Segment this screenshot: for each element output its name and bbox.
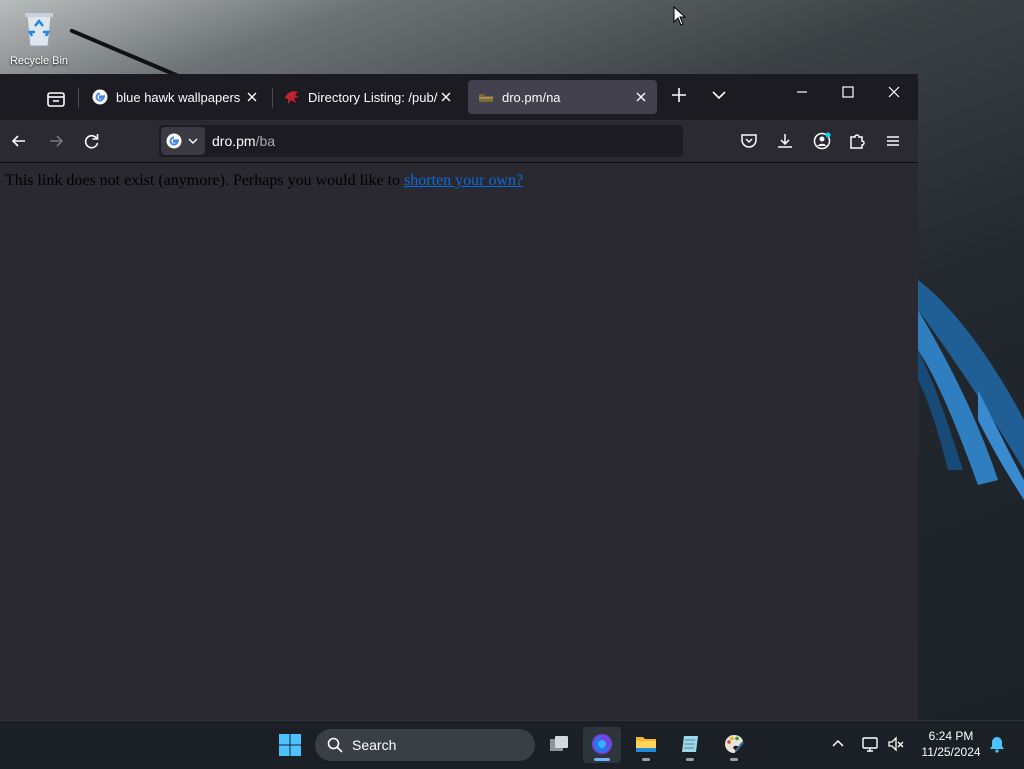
recycle-bin-icon: [25, 13, 53, 47]
not-exist-text: This link does not exist (anymore). Perh…: [5, 172, 405, 189]
task-view-icon: [550, 736, 568, 751]
network-icon[interactable]: [861, 735, 879, 753]
search-engine-selector[interactable]: [161, 127, 205, 155]
reload-icon[interactable]: [82, 131, 102, 151]
clock-date: 11/25/2024: [921, 745, 981, 759]
paint-palette-icon: [725, 735, 744, 753]
windows-start-icon[interactable]: [278, 733, 302, 757]
back-arrow-icon[interactable]: [9, 131, 29, 151]
system-clock[interactable]: 6:24 PM 11/25/2024: [910, 728, 992, 760]
volume-muted-icon[interactable]: [887, 735, 905, 753]
url-host: dro.pm: [212, 133, 256, 149]
url-text[interactable]: dro.pm/ba: [212, 133, 275, 149]
notifications-bell-icon[interactable]: [988, 735, 1006, 753]
chevron-down-icon: [188, 138, 198, 144]
search-icon: [327, 737, 343, 753]
close-tab-icon[interactable]: [438, 89, 454, 105]
recycle-bin-desktop-icon[interactable]: Recycle Bin: [4, 8, 74, 67]
taskbar-firefox[interactable]: [583, 727, 621, 763]
running-indicator: [730, 758, 738, 761]
list-all-tabs-chevron-icon[interactable]: [708, 84, 730, 106]
address-bar[interactable]: dro.pm/ba: [159, 125, 683, 157]
pocket-icon[interactable]: [739, 131, 759, 151]
tab-title: dro.pm/na: [502, 89, 561, 105]
taskbar-notepad-app[interactable]: [671, 727, 709, 763]
taskbar-file-explorer[interactable]: [627, 727, 665, 763]
ftp-dragon-icon: [285, 91, 299, 104]
tab-blue-hawk-wallpapers[interactable]: blue hawk wallpapers - Google: [82, 80, 268, 114]
url-path: /ba: [255, 133, 276, 149]
mouse-cursor-icon: [673, 6, 687, 26]
page-message: This link does not exist (anymore). Perh…: [5, 172, 523, 190]
notepad-icon: [682, 736, 698, 752]
minimize-icon[interactable]: [792, 82, 812, 102]
dro-pm-icon: [479, 94, 493, 102]
tab-directory-listing[interactable]: Directory Listing: /pub/firefox: [274, 80, 462, 114]
tab-separator: [78, 88, 79, 108]
account-icon[interactable]: [812, 131, 832, 151]
running-indicator: [686, 758, 694, 761]
active-indicator: [594, 758, 610, 761]
forward-arrow-icon[interactable]: [46, 131, 66, 151]
close-tab-icon[interactable]: [633, 89, 649, 105]
taskbar: Search 6:24 PM 11/25/2024: [0, 720, 1024, 769]
wallpaper-quill: [69, 28, 182, 79]
maximize-icon[interactable]: [838, 82, 858, 102]
clock-time: 6:24 PM: [928, 729, 974, 743]
shorten-your-own-link[interactable]: shorten your own?: [404, 172, 523, 189]
hamburger-menu-icon[interactable]: [883, 131, 903, 151]
task-view-button[interactable]: [540, 727, 578, 763]
google-icon: [166, 133, 182, 149]
extensions-puzzle-icon[interactable]: [847, 131, 867, 151]
running-indicator: [642, 758, 650, 761]
tab-title: blue hawk wallpapers - Google: [116, 89, 244, 105]
firefox-icon: [592, 734, 612, 754]
tab-dro-pm[interactable]: dro.pm/na: [468, 80, 657, 114]
google-icon: [92, 89, 108, 105]
close-window-icon[interactable]: [884, 82, 904, 102]
browser-window: blue hawk wallpapers - Google Directory …: [0, 74, 918, 720]
tab-separator: [272, 88, 273, 108]
wallpaper-hawk-feathers: [918, 280, 1024, 500]
folder-icon: [636, 737, 656, 752]
firefox-view-icon[interactable]: [46, 90, 66, 108]
downloads-icon[interactable]: [775, 131, 795, 151]
recycle-bin-label: Recycle Bin: [9, 55, 69, 67]
search-label: Search: [352, 737, 397, 753]
close-tab-icon[interactable]: [244, 89, 260, 105]
show-hidden-icons-chevron-icon[interactable]: [829, 735, 847, 753]
taskbar-paint-app[interactable]: [715, 727, 753, 763]
new-tab-plus-icon[interactable]: [668, 84, 690, 106]
tab-title: Directory Listing: /pub/firefox: [308, 89, 438, 105]
page-content: This link does not exist (anymore). Perh…: [0, 163, 918, 720]
navigation-toolbar: dro.pm/ba: [0, 120, 918, 163]
taskbar-search-box[interactable]: Search: [315, 729, 535, 761]
tab-bar: blue hawk wallpapers - Google Directory …: [0, 74, 918, 120]
